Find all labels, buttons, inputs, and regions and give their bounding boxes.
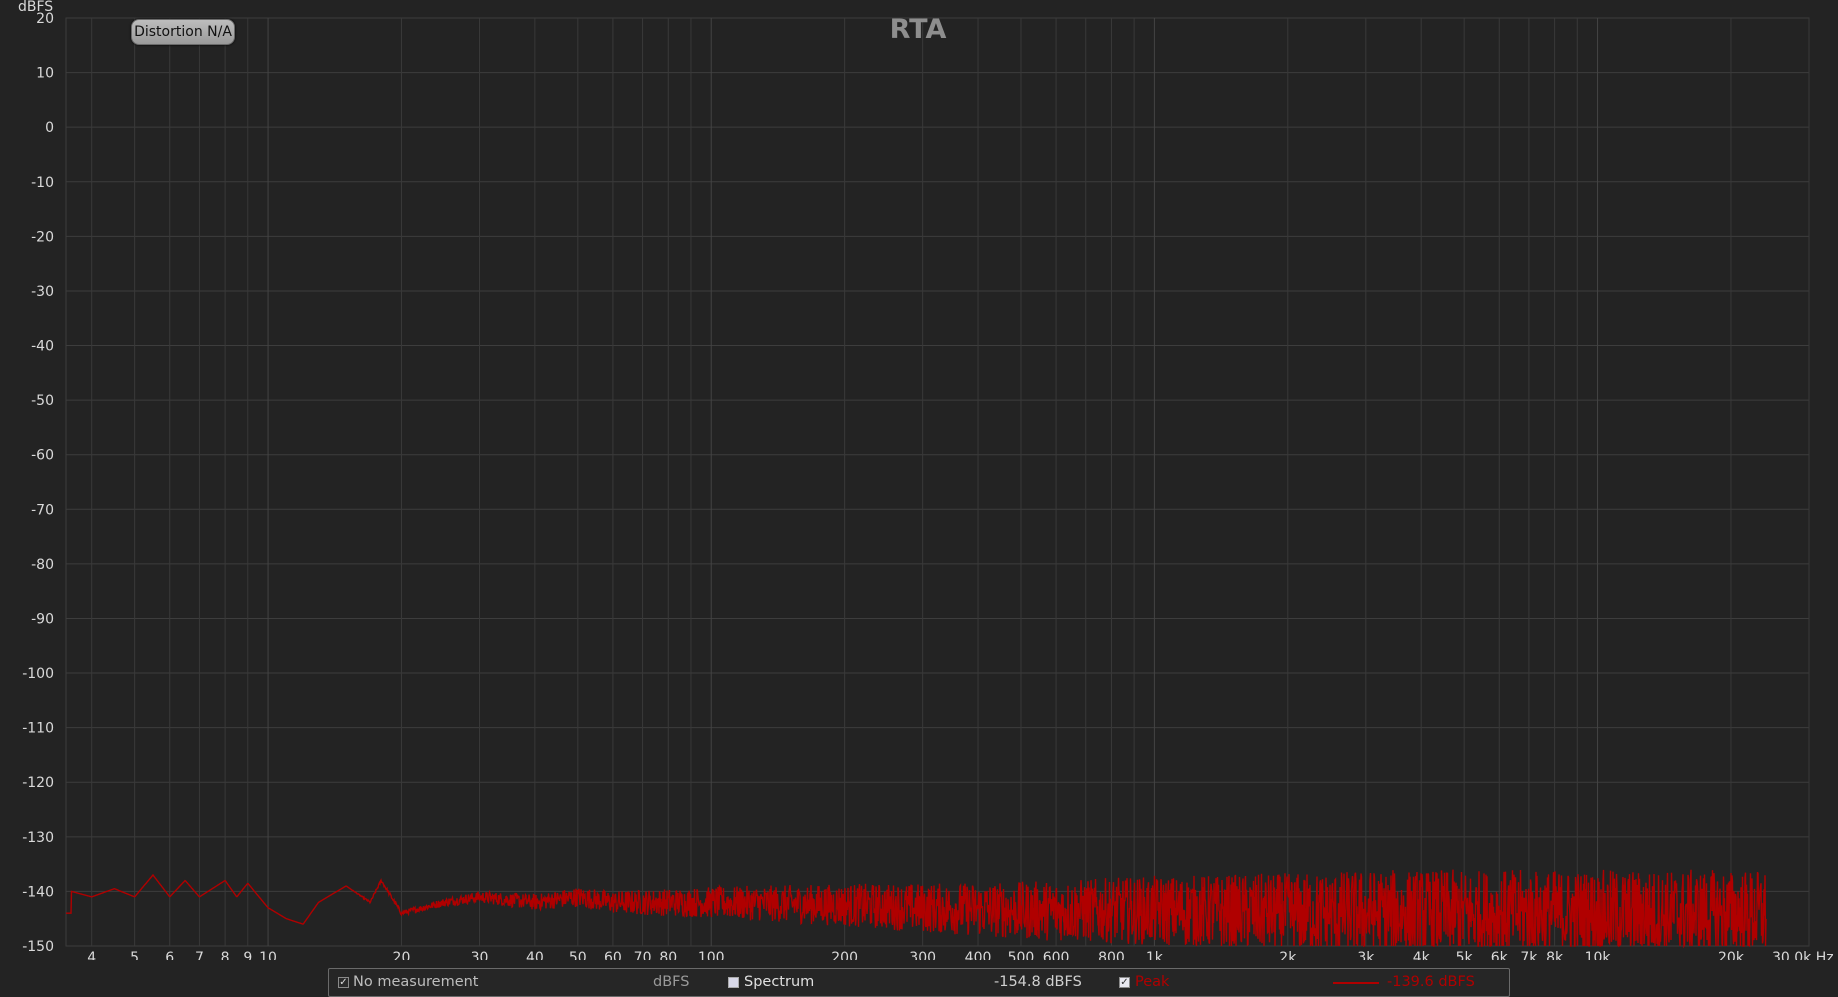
rta-chart: 20100-10-20-30-40-50-60-70-80-90-100-110…: [18, 0, 1834, 960]
x-tick-label: 20k: [1718, 950, 1745, 960]
x-tick-label: 500: [1008, 950, 1035, 960]
no-measurement-label: No measurement: [353, 974, 479, 990]
plot-frame: [65, 17, 1810, 947]
peak-checkbox[interactable]: ✓: [1119, 977, 1130, 988]
x-axis-tick-labels: 4 5 6 7 8 9 10 20 30 40 50 60 70 80 100 200 300 400 500 600…: [87, 950, 1745, 960]
unit-label: dBFS: [653, 974, 690, 990]
legend-bar: ✓ No measurement dBFS Spectrum -154.8 dB…: [328, 968, 1510, 997]
y-tick-label: -140: [22, 884, 54, 900]
spectrum-checkbox[interactable]: [728, 977, 739, 988]
x-tick-label: 3k: [1357, 950, 1375, 960]
x-tick-label: 40: [526, 950, 544, 960]
y-axis-unit-label: dBFS: [18, 0, 53, 15]
y-tick-label: -50: [31, 393, 54, 409]
y-tick-label: -20: [31, 229, 54, 245]
peak-label: Peak: [1135, 974, 1170, 990]
x-tick-label: 2k: [1279, 950, 1297, 960]
y-tick-label: -110: [22, 721, 54, 737]
y-tick-label: -100: [22, 666, 54, 682]
x-tick-label: 600: [1043, 950, 1070, 960]
y-axis-tick-labels: 20100-10-20-30-40-50-60-70-80-90-100-110…: [22, 11, 54, 955]
x-tick-label: 4k: [1413, 950, 1431, 960]
x-tick-label: 20: [393, 950, 411, 960]
y-tick-label: -70: [31, 502, 54, 518]
distortion-button[interactable]: Distortion N/A: [131, 19, 235, 45]
x-tick-label: 800: [1098, 950, 1125, 960]
no-measurement-checkbox[interactable]: ✓: [338, 977, 349, 988]
peak-line-swatch: [1333, 982, 1379, 984]
x-tick-label: 400: [965, 950, 992, 960]
x-axis-end-label: 30.0k Hz: [1772, 950, 1834, 960]
x-tick-label: 6k: [1491, 950, 1509, 960]
y-tick-label: -90: [31, 611, 54, 627]
x-tick-label: 1k: [1146, 950, 1164, 960]
peak-value: -139.6 dBFS: [1387, 974, 1475, 990]
y-tick-label: -80: [31, 557, 54, 573]
x-tick-label: 8: [221, 950, 230, 960]
y-tick-label: -150: [22, 939, 54, 955]
y-tick-label: -40: [31, 339, 54, 355]
x-tick-label: 80: [659, 950, 677, 960]
x-tick-label: 4: [87, 950, 96, 960]
x-tick-label: 10k: [1585, 950, 1612, 960]
peak-series-line: [66, 869, 1767, 949]
x-tick-label: 8k: [1546, 950, 1564, 960]
x-tick-label: 100: [698, 950, 725, 960]
y-tick-label: -120: [22, 775, 54, 791]
x-tick-label: 60: [604, 950, 622, 960]
x-tick-label: 6: [165, 950, 174, 960]
x-tick-label: 30: [471, 950, 489, 960]
y-tick-label: 0: [45, 120, 54, 136]
y-tick-label: -10: [31, 175, 54, 191]
y-tick-label: -60: [31, 448, 54, 464]
x-tick-label: 5k: [1456, 950, 1474, 960]
y-tick-label: 10: [36, 66, 54, 82]
series-layer: [66, 869, 1767, 949]
x-tick-label: 5: [130, 950, 139, 960]
y-tick-label: -30: [31, 284, 54, 300]
x-tick-label: 7k: [1520, 950, 1538, 960]
horizontal-gridlines: [65, 17, 1810, 947]
x-tick-label: 10: [259, 950, 277, 960]
x-tick-label: 50: [569, 950, 587, 960]
chart-title: RTA: [890, 14, 947, 45]
spectrum-value: -154.8 dBFS: [994, 974, 1082, 990]
y-tick-label: -130: [22, 830, 54, 846]
x-tick-label: 300: [909, 950, 936, 960]
spectrum-label: Spectrum: [744, 974, 815, 990]
vertical-gridlines: [91, 18, 1810, 946]
x-tick-label: 200: [831, 950, 858, 960]
x-tick-label: 70: [634, 950, 652, 960]
x-tick-label: 7: [195, 950, 204, 960]
x-tick-label: 9: [243, 950, 252, 960]
